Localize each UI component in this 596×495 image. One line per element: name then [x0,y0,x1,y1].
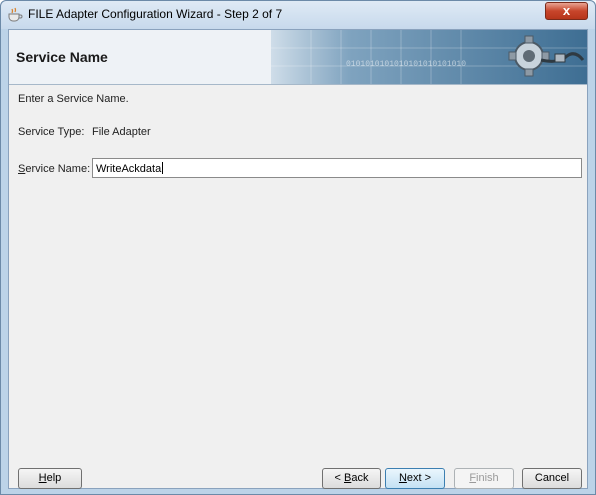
service-name-value: WriteAckdata [96,163,162,175]
finish-label: inish [476,472,499,484]
banner-graphic: 0101010101010101010101010 [271,30,587,84]
next-label: ext > [406,472,432,484]
text-caret [162,162,164,174]
banner-binary-text: 0101010101010101010101010 [346,60,466,69]
back-label: ack [351,472,369,484]
back-button[interactable]: < Back [322,468,381,489]
page-title: Service Name [16,49,108,65]
service-name-label-text: ervice Name: [25,163,91,175]
service-name-label: Service Name: [18,163,90,175]
close-icon: x [562,3,571,18]
help-button[interactable]: Help [18,468,82,489]
header-banner: Service Name 0101010101010101010101010 [9,30,587,85]
help-label: elp [46,472,62,484]
wizard-window: FILE Adapter Configuration Wizard - Step… [0,0,596,495]
back-prefix: < [334,472,344,484]
service-type-value: File Adapter [92,126,151,138]
cancel-button[interactable]: Cancel [522,468,582,489]
finish-button[interactable]: Finish [454,468,514,489]
wizard-body: Service Name 0101010101010101010101010 E… [8,29,588,489]
next-button[interactable]: Next > [385,468,445,489]
service-type-label: Service Type: [18,126,85,138]
window-title: FILE Adapter Configuration Wizard - Step… [28,7,283,21]
service-name-input[interactable]: WriteAckdata [92,158,582,178]
cancel-label: Cancel [534,472,570,484]
title-bar[interactable]: FILE Adapter Configuration Wizard - Step… [1,1,595,29]
next-mnemonic: N [398,472,407,484]
instruction-text: Enter a Service Name. [18,93,129,105]
close-button[interactable]: x [545,2,588,20]
help-mnemonic: H [38,472,47,484]
coffee-cup-icon [8,7,23,22]
